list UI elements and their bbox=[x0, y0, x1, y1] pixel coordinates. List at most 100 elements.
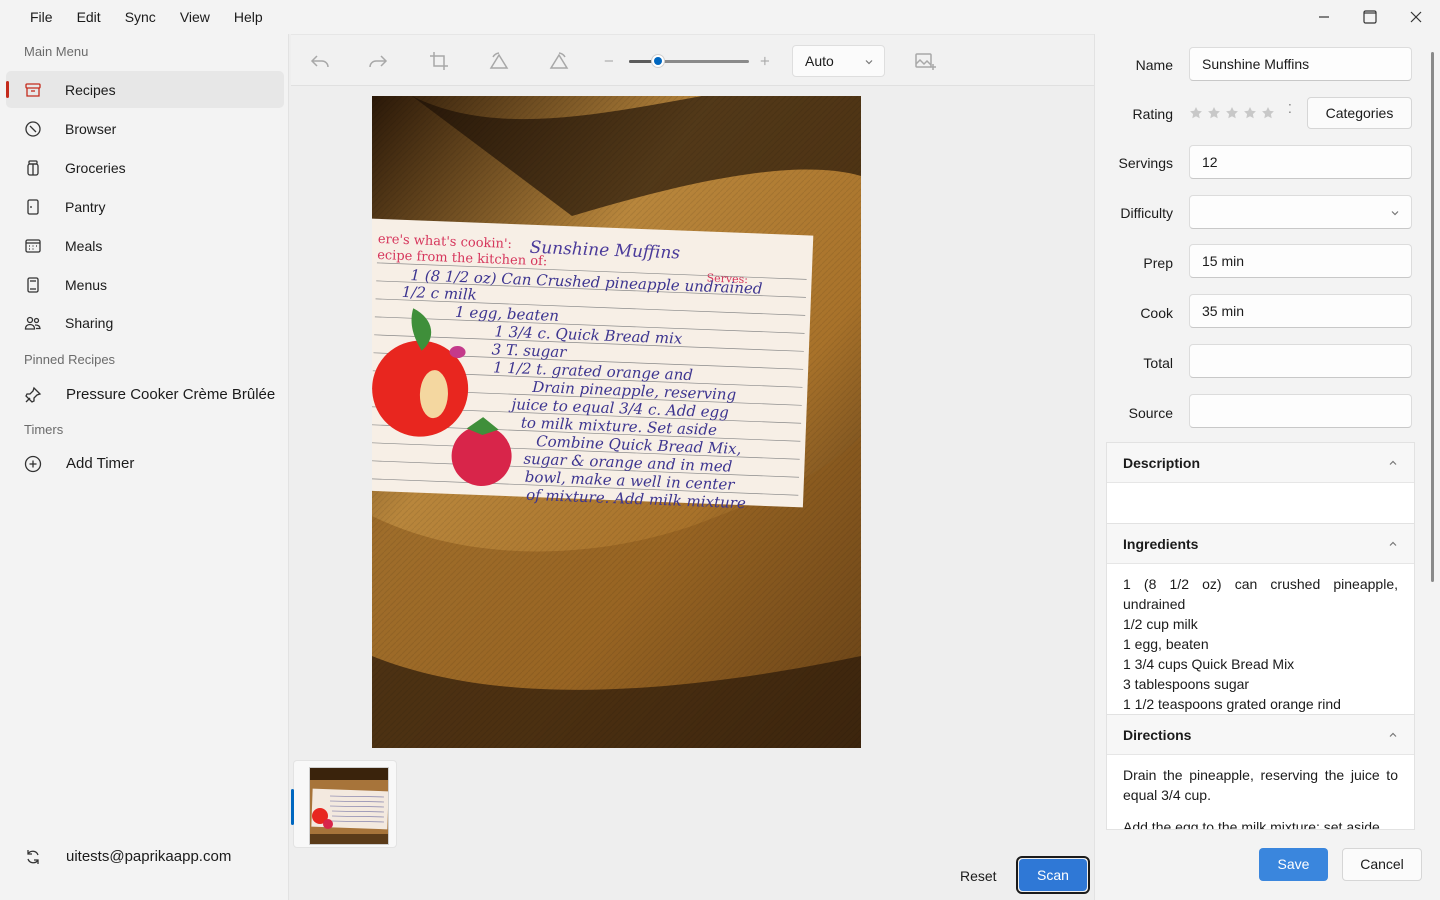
menu-file[interactable]: File bbox=[18, 9, 65, 25]
scan-button-label: Scan bbox=[1019, 859, 1087, 891]
sidebar-item-label: Meals bbox=[65, 237, 103, 254]
prep-label: Prep bbox=[1143, 255, 1173, 271]
add-image-icon[interactable] bbox=[913, 49, 937, 73]
save-button[interactable]: Save bbox=[1259, 848, 1328, 881]
ingredient-line: 1 3/4 cups Quick Bread Mix bbox=[1123, 656, 1295, 672]
sidebar-item-meals[interactable]: Meals bbox=[6, 227, 284, 264]
chevron-down-icon bbox=[1391, 211, 1399, 216]
difficulty-select[interactable] bbox=[1189, 195, 1412, 229]
zoom-mode-select[interactable]: Auto bbox=[792, 45, 885, 77]
prep-field[interactable]: 15 min bbox=[1189, 244, 1412, 278]
maximize-icon bbox=[1363, 10, 1377, 24]
cook-label: Cook bbox=[1140, 305, 1173, 321]
main-menu-title: Main Menu bbox=[24, 44, 89, 59]
zoom-slider-thumb[interactable] bbox=[650, 54, 665, 68]
directions-section: Directions Drain the pineapple, reservin… bbox=[1106, 714, 1415, 830]
rotate-left-icon[interactable] bbox=[487, 49, 511, 73]
directions-text: Drain the pineapple, reserving the juice… bbox=[1123, 767, 1398, 803]
directions-next-text: Add the egg to the milk mixture; set asi… bbox=[1123, 819, 1384, 830]
menu-bar: File Edit Sync View Help bbox=[0, 0, 1440, 34]
sidebar: Main Menu Recipes Browser Groceries Pant… bbox=[0, 34, 288, 900]
directions-header[interactable]: Directions bbox=[1107, 715, 1414, 755]
chevron-up-icon bbox=[1389, 541, 1397, 546]
undo-icon[interactable] bbox=[308, 49, 332, 73]
sidebar-item-label: Groceries bbox=[65, 159, 126, 176]
star-icon[interactable] bbox=[1225, 106, 1239, 120]
minimize-button[interactable] bbox=[1301, 0, 1347, 34]
directions-title: Directions bbox=[1123, 727, 1192, 743]
zoom-out-icon[interactable] bbox=[601, 49, 619, 73]
image-toolbar: Auto bbox=[291, 34, 1094, 86]
close-icon bbox=[1410, 11, 1422, 23]
close-button[interactable] bbox=[1393, 0, 1439, 34]
name-field[interactable]: Sunshine Muffins bbox=[1189, 47, 1412, 81]
categories-button[interactable]: Categories bbox=[1307, 97, 1412, 129]
pinned-recipes-title: Pinned Recipes bbox=[24, 352, 116, 367]
menu-card-icon bbox=[24, 276, 42, 294]
servings-label: Servings bbox=[1118, 155, 1173, 171]
directions-field[interactable]: Drain the pineapple, reserving the juice… bbox=[1107, 755, 1414, 830]
maximize-button[interactable] bbox=[1347, 0, 1393, 34]
cook-field[interactable]: 35 min bbox=[1189, 294, 1412, 328]
sidebar-item-sharing[interactable]: Sharing bbox=[6, 304, 284, 341]
total-label: Total bbox=[1143, 355, 1173, 371]
card-line: 1/2 c milk bbox=[401, 283, 477, 304]
image-editor: Auto ere's what's cookin': ecipe from th… bbox=[288, 34, 1095, 900]
source-label: Source bbox=[1128, 405, 1173, 421]
menu-view[interactable]: View bbox=[168, 9, 222, 25]
description-section: Description bbox=[1106, 442, 1415, 524]
recipe-photo[interactable]: ere's what's cookin': ecipe from the kit… bbox=[372, 96, 861, 748]
pinned-recipe-item[interactable]: Pressure Cooker Crème Brûlée bbox=[6, 376, 284, 413]
timers-title: Timers bbox=[24, 422, 64, 437]
rating-stars[interactable] bbox=[1189, 106, 1275, 120]
chevron-up-icon bbox=[1389, 460, 1397, 465]
chevron-down-icon bbox=[865, 60, 873, 65]
ingredient-line: 1 egg, beaten bbox=[1123, 636, 1209, 652]
redo-icon[interactable] bbox=[366, 49, 390, 73]
crop-icon[interactable] bbox=[427, 49, 451, 73]
reset-button[interactable]: Reset bbox=[960, 868, 997, 884]
total-field[interactable] bbox=[1189, 344, 1412, 378]
star-icon[interactable] bbox=[1189, 106, 1203, 120]
sidebar-item-groceries[interactable]: Groceries bbox=[6, 149, 284, 186]
difficulty-label: Difficulty bbox=[1120, 205, 1173, 221]
add-timer-button[interactable]: Add Timer bbox=[6, 445, 284, 482]
menu-edit[interactable]: Edit bbox=[65, 9, 113, 25]
servings-field[interactable]: 12 bbox=[1189, 145, 1412, 179]
sidebar-item-menus[interactable]: Menus bbox=[6, 266, 284, 303]
star-icon[interactable] bbox=[1207, 106, 1221, 120]
scan-button[interactable]: Scan bbox=[1016, 856, 1090, 894]
sidebar-item-recipes[interactable]: Recipes bbox=[6, 71, 284, 108]
rating-label: Rating bbox=[1132, 106, 1173, 122]
menu-sync[interactable]: Sync bbox=[113, 9, 168, 25]
star-icon[interactable] bbox=[1261, 106, 1275, 120]
image-thumbnail[interactable] bbox=[291, 760, 397, 848]
chevron-up-icon bbox=[1389, 732, 1397, 737]
rating-separator-icon: ⁚ bbox=[1288, 102, 1292, 116]
rotate-right-icon[interactable] bbox=[547, 49, 571, 73]
details-scrollbar[interactable] bbox=[1431, 52, 1434, 582]
thumbnail-image bbox=[309, 767, 389, 845]
sidebar-item-browser[interactable]: Browser bbox=[6, 110, 284, 147]
menu-help[interactable]: Help bbox=[222, 9, 275, 25]
description-field[interactable] bbox=[1107, 483, 1414, 491]
pin-icon bbox=[24, 386, 42, 404]
description-header[interactable]: Description bbox=[1107, 443, 1414, 483]
zoom-in-icon[interactable] bbox=[757, 49, 775, 73]
sidebar-item-pantry[interactable]: Pantry bbox=[6, 188, 284, 225]
sidebar-item-label: Sharing bbox=[65, 314, 114, 331]
star-icon[interactable] bbox=[1243, 106, 1257, 120]
ingredients-header[interactable]: Ingredients bbox=[1107, 524, 1414, 564]
ingredient-line: 1/2 cup milk bbox=[1123, 616, 1198, 632]
sync-account-item[interactable]: uitests@paprikaapp.com bbox=[6, 838, 284, 875]
minimize-icon bbox=[1319, 16, 1329, 18]
calendar-icon bbox=[24, 237, 42, 255]
sidebar-item-label: Pantry bbox=[65, 198, 106, 215]
source-field[interactable] bbox=[1189, 394, 1412, 428]
sidebar-item-label: Menus bbox=[65, 276, 108, 293]
zoom-slider[interactable] bbox=[629, 54, 751, 68]
cancel-button[interactable]: Cancel bbox=[1342, 848, 1422, 881]
sync-icon bbox=[24, 848, 42, 866]
ingredients-field[interactable]: 1 (8 1/2 oz) can crushed pineapple, undr… bbox=[1107, 564, 1414, 714]
people-icon bbox=[24, 314, 42, 332]
